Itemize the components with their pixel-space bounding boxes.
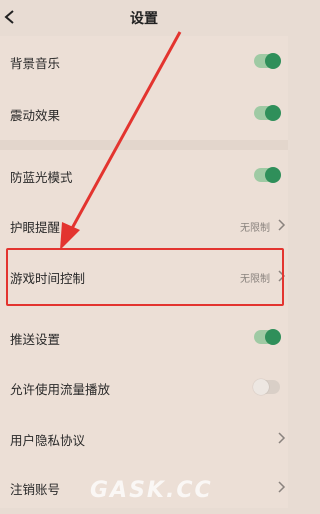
annotation-arrow [60, 31, 182, 250]
watermark: GASK.CC [90, 478, 213, 503]
